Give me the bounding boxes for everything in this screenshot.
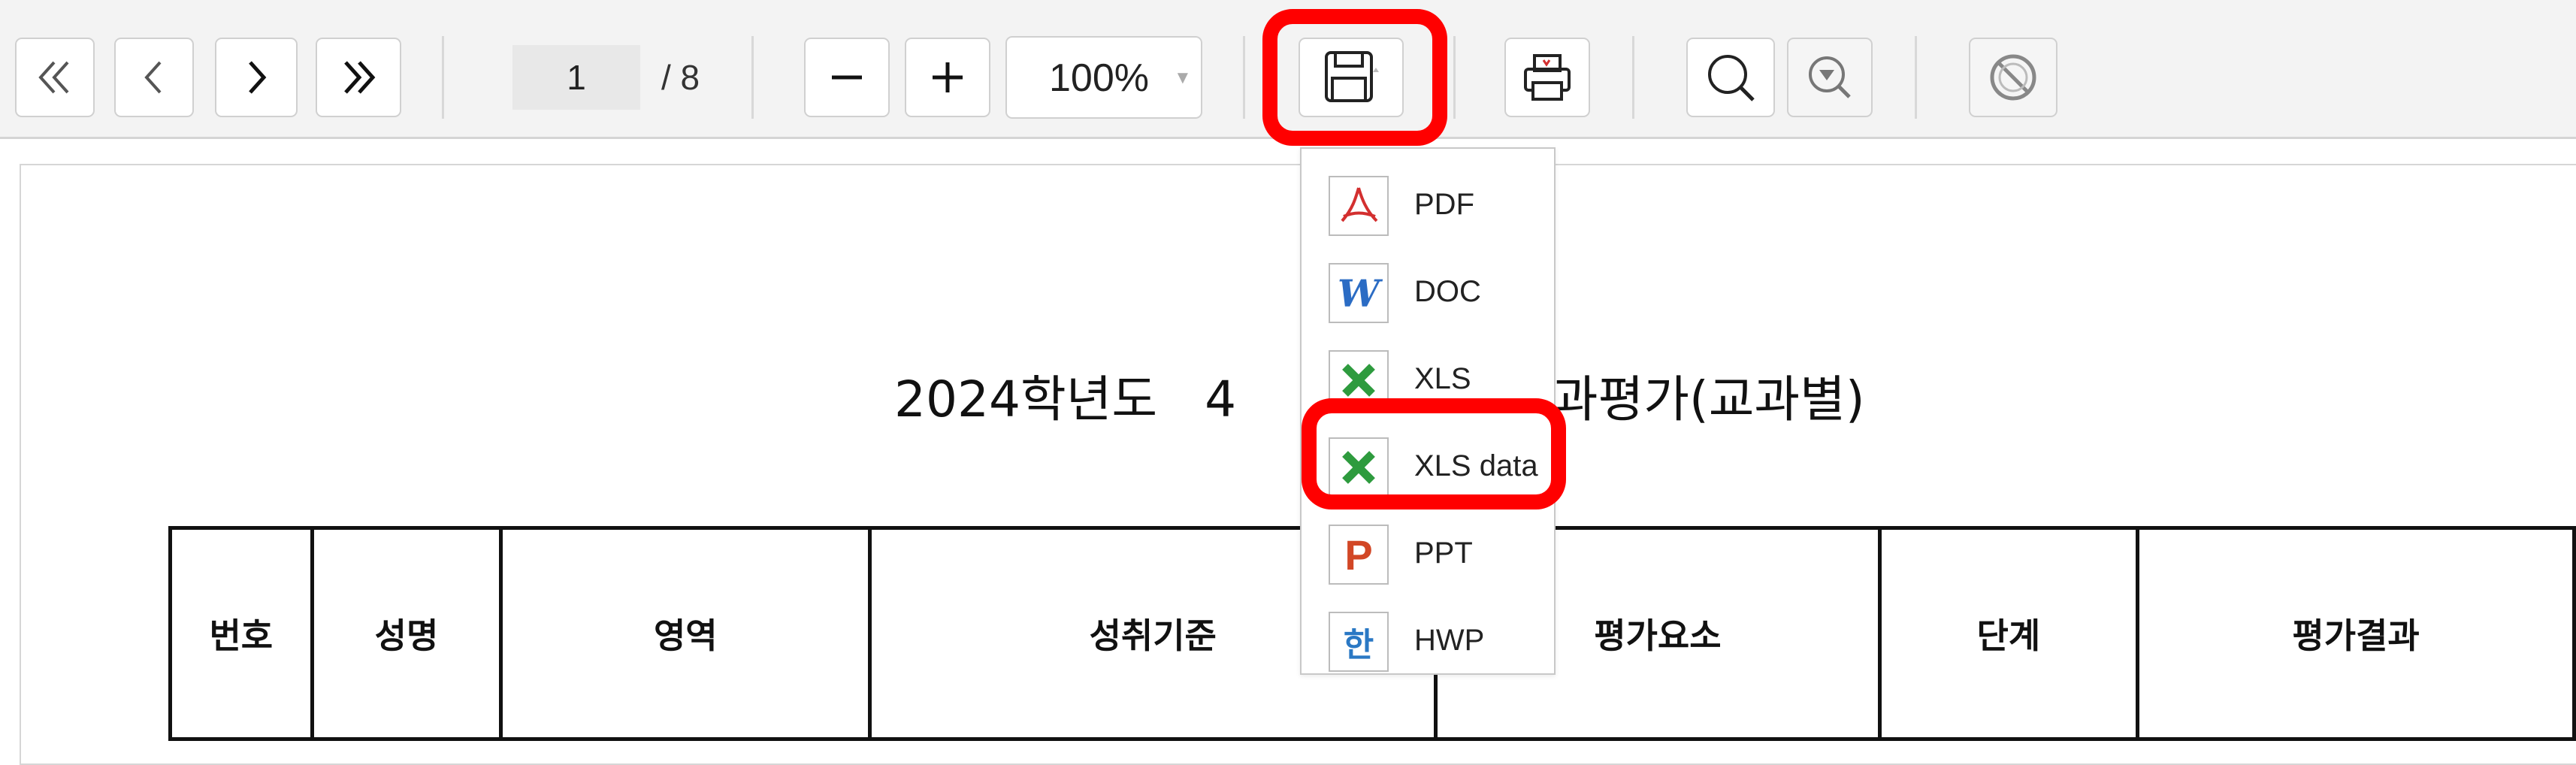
save-button[interactable]	[1299, 38, 1404, 117]
prev-page-icon	[133, 56, 175, 98]
chevron-down-icon: ▼	[1174, 68, 1192, 88]
export-xls-item[interactable]: XLS	[1302, 340, 1554, 422]
search-button[interactable]	[1686, 38, 1775, 117]
hwp-icon: 한	[1329, 612, 1389, 672]
toolbar-separator	[1453, 36, 1456, 119]
zoom-in-icon	[927, 56, 969, 98]
export-pdf-item[interactable]: PDF	[1302, 165, 1554, 248]
next-page-button[interactable]	[215, 38, 298, 117]
export-item-label: PDF	[1414, 188, 1474, 221]
table-header-cell: 번호	[168, 526, 314, 741]
export-item-label: XLS	[1414, 362, 1471, 395]
viewer-toolbar: 1 / 8 100% ▼	[0, 0, 2576, 139]
export-item-label: HWP	[1414, 624, 1485, 657]
export-hwp-item[interactable]: 한 HWP	[1302, 601, 1554, 684]
toolbar-separator	[1632, 36, 1634, 119]
prev-page-button[interactable]	[114, 38, 194, 117]
save-icon	[1323, 50, 1379, 105]
page-total-label: / 8	[661, 58, 700, 97]
table-header-cell: 단계	[1877, 526, 2140, 741]
export-xls-data-item[interactable]: XLS data	[1302, 427, 1554, 509]
pdf-icon	[1329, 176, 1389, 236]
last-page-icon	[337, 56, 379, 98]
toolbar-separator	[442, 36, 444, 119]
document-title-left: 2024학년도 4	[894, 370, 1237, 428]
search-option-button[interactable]	[1787, 38, 1873, 117]
export-item-label: DOC	[1414, 275, 1481, 308]
document-title-right: 교과평가(교과별)	[1507, 370, 1865, 428]
export-item-label: XLS data	[1414, 449, 1538, 482]
export-ppt-item[interactable]: P PPT	[1302, 514, 1554, 597]
zoom-out-icon	[826, 56, 868, 98]
zoom-value: 100%	[1049, 56, 1149, 100]
first-page-icon	[34, 56, 76, 98]
table-header-cell: 성명	[310, 526, 503, 741]
zoom-in-button[interactable]	[905, 38, 990, 117]
cancel-button[interactable]	[1969, 38, 2057, 117]
first-page-button[interactable]	[15, 38, 95, 117]
last-page-button[interactable]	[316, 38, 401, 117]
excel-icon	[1329, 350, 1389, 410]
powerpoint-icon: P	[1329, 525, 1389, 585]
export-item-label: PPT	[1414, 537, 1473, 570]
print-icon	[1521, 51, 1574, 104]
cancel-icon	[1986, 50, 2040, 104]
toolbar-separator	[1243, 36, 1245, 119]
table-header-cell: 평가결과	[2136, 526, 2576, 741]
search-option-icon	[1804, 52, 1855, 103]
excel-icon	[1329, 437, 1389, 497]
zoom-select[interactable]: 100% ▼	[1005, 36, 1202, 119]
print-button[interactable]	[1504, 38, 1590, 117]
search-icon	[1704, 50, 1758, 104]
toolbar-separator	[751, 36, 754, 119]
table-header-cell: 영역	[499, 526, 872, 741]
next-page-icon	[235, 56, 277, 98]
word-icon: W	[1329, 263, 1389, 323]
export-format-menu: PDF W DOC XLS XLS data P PPT 한 HWP	[1300, 147, 1556, 675]
page-number-input[interactable]: 1	[512, 45, 640, 110]
export-doc-item[interactable]: W DOC	[1302, 252, 1554, 335]
zoom-out-button[interactable]	[804, 38, 890, 117]
toolbar-separator	[1915, 36, 1917, 119]
